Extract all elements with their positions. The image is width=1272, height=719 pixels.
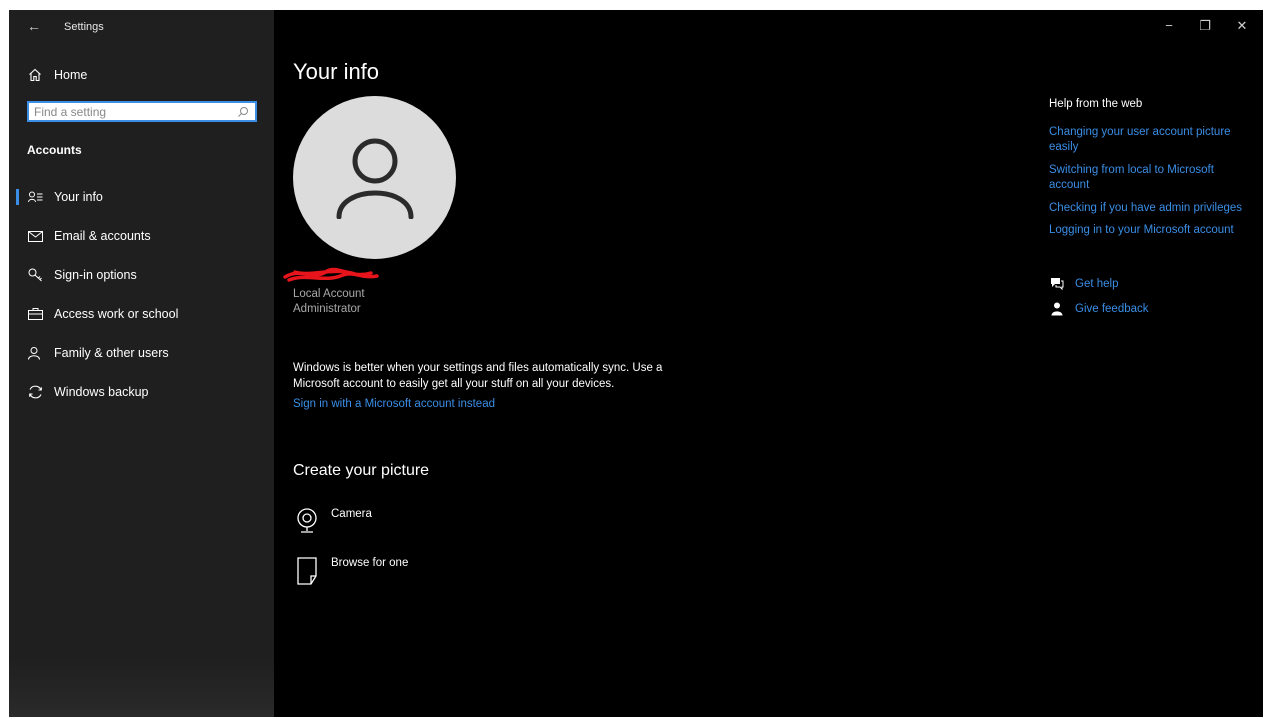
user-silhouette-icon <box>336 138 413 219</box>
person-lines-icon <box>27 191 43 203</box>
sidebar-item-email-accounts[interactable]: Email & accounts <box>9 223 274 249</box>
settings-window: ← Settings Home Accounts Your info <box>9 10 1263 717</box>
give-feedback-label: Give feedback <box>1075 303 1149 315</box>
sidebar-item-family-other-users[interactable]: Family & other users <box>9 340 274 366</box>
help-link-admin-privileges[interactable]: Checking if you have admin privileges <box>1049 201 1249 216</box>
sidebar-item-windows-backup[interactable]: Windows backup <box>9 379 274 405</box>
home-label: Home <box>54 68 88 82</box>
create-picture-heading: Create your picture <box>293 462 430 479</box>
help-link-switch-account[interactable]: Switching from local to Microsoft accoun… <box>1049 163 1249 193</box>
search-input[interactable] <box>29 103 236 120</box>
sidebar-item-label: Access work or school <box>54 307 179 321</box>
section-heading-accounts: Accounts <box>27 143 82 157</box>
key-icon <box>27 268 43 282</box>
sidebar-item-label: Email & accounts <box>54 229 151 243</box>
sidebar-item-label: Windows backup <box>54 385 149 399</box>
sidebar: ← Settings Home Accounts Your info <box>9 10 274 717</box>
get-help-link[interactable]: Get help <box>1049 277 1118 290</box>
briefcase-icon <box>27 308 43 320</box>
search-icon[interactable] <box>237 105 249 123</box>
camera-option[interactable]: Camera <box>293 508 372 534</box>
page-title: Your info <box>293 59 380 84</box>
home-icon <box>27 68 43 82</box>
sync-message: Windows is better when your settings and… <box>293 362 663 390</box>
feedback-icon <box>1049 302 1065 316</box>
sidebar-item-label: Sign-in options <box>54 268 137 282</box>
app-title: Settings <box>64 21 104 33</box>
sidebar-item-sign-in-options[interactable]: Sign-in options <box>9 262 274 288</box>
sidebar-item-access-work-school[interactable]: Access work or school <box>9 301 274 327</box>
browse-label: Browse for one <box>331 557 409 569</box>
sidebar-item-your-info[interactable]: Your info <box>9 184 274 210</box>
mail-icon <box>27 230 43 242</box>
camera-label: Camera <box>331 508 372 520</box>
account-role: Administrator <box>293 303 361 315</box>
browse-file-icon <box>293 557 321 585</box>
account-type: Local Account <box>293 288 365 300</box>
give-feedback-link[interactable]: Give feedback <box>1049 302 1149 316</box>
sign-in-microsoft-link[interactable]: Sign in with a Microsoft account instead <box>293 398 495 410</box>
sidebar-item-label: Your info <box>54 190 103 204</box>
browse-option[interactable]: Browse for one <box>293 557 408 585</box>
person-add-icon <box>27 346 43 360</box>
camera-icon <box>293 508 321 534</box>
sync-icon <box>27 385 43 399</box>
back-arrow-icon[interactable]: ← <box>27 18 41 34</box>
help-heading: Help from the web <box>1049 98 1143 110</box>
avatar <box>293 96 456 259</box>
help-link-login-microsoft[interactable]: Logging in to your Microsoft account <box>1049 223 1249 238</box>
get-help-label: Get help <box>1075 277 1119 290</box>
redacted-username <box>283 267 379 282</box>
sidebar-footer <box>9 657 274 717</box>
get-help-icon <box>1049 277 1065 290</box>
sidebar-item-label: Family & other users <box>54 346 169 360</box>
main-content: Your info Local Account Administrator Wi… <box>283 10 993 717</box>
help-panel: Help from the web Changing your user acc… <box>1049 10 1259 717</box>
home-nav-item[interactable]: Home <box>27 65 87 85</box>
help-link-change-picture[interactable]: Changing your user account picture easil… <box>1049 125 1249 155</box>
search-box[interactable] <box>27 101 257 122</box>
